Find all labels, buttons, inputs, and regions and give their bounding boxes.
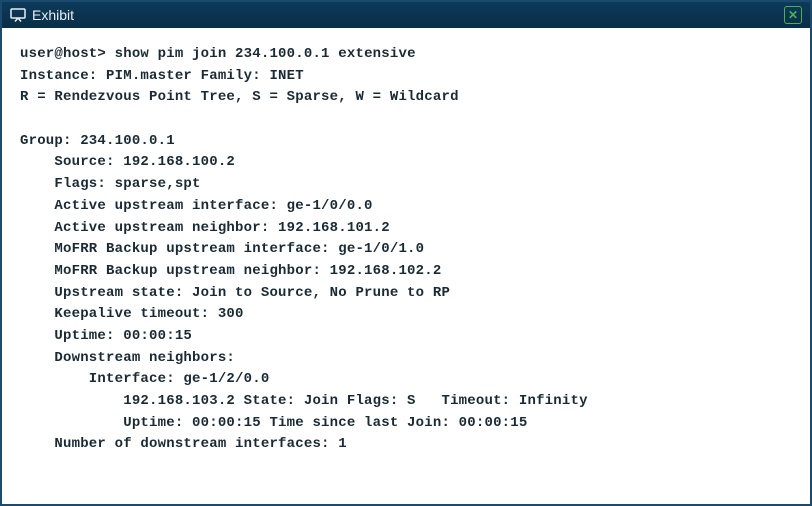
- ds-detail1: 192.168.103.2 State: Join Flags: S Timeo…: [20, 393, 588, 409]
- ds-count-line: Number of downstream interfaces: 1: [20, 436, 347, 452]
- mofrr-if-line: MoFRR Backup upstream interface: ge-1/0/…: [20, 241, 424, 257]
- keepalive-line: Keepalive timeout: 300: [20, 306, 244, 322]
- close-button[interactable]: ✕: [784, 6, 802, 24]
- ds-header-line: Downstream neighbors:: [20, 350, 235, 366]
- presentation-icon: [10, 8, 26, 22]
- ds-if-line: Interface: ge-1/2/0.0: [20, 371, 269, 387]
- cmd-prompt: user@host>: [20, 46, 115, 62]
- source-line: Source: 192.168.100.2: [20, 154, 235, 170]
- terminal-output: user@host> show pim join 234.100.0.1 ext…: [2, 28, 810, 504]
- instance-line: Instance: PIM.master Family: INET: [20, 68, 304, 84]
- active-nbr-line: Active upstream neighbor: 192.168.101.2: [20, 220, 390, 236]
- ds-detail2: Uptime: 00:00:15 Time since last Join: 0…: [20, 415, 527, 431]
- upstate-line: Upstream state: Join to Source, No Prune…: [20, 285, 450, 301]
- uptime-line: Uptime: 00:00:15: [20, 328, 192, 344]
- active-if-line: Active upstream interface: ge-1/0/0.0: [20, 198, 373, 214]
- legend-line: R = Rendezvous Point Tree, S = Sparse, W…: [20, 89, 459, 105]
- cmd-text: show pim join 234.100.0.1 extensive: [115, 46, 416, 62]
- close-icon: ✕: [788, 8, 798, 22]
- exhibit-window: Exhibit ✕ user@host> show pim join 234.1…: [0, 0, 812, 506]
- titlebar: Exhibit ✕: [2, 2, 810, 28]
- group-line: Group: 234.100.0.1: [20, 133, 175, 149]
- window-title: Exhibit: [32, 7, 784, 23]
- flags-line: Flags: sparse,spt: [20, 176, 201, 192]
- mofrr-nbr-line: MoFRR Backup upstream neighbor: 192.168.…: [20, 263, 441, 279]
